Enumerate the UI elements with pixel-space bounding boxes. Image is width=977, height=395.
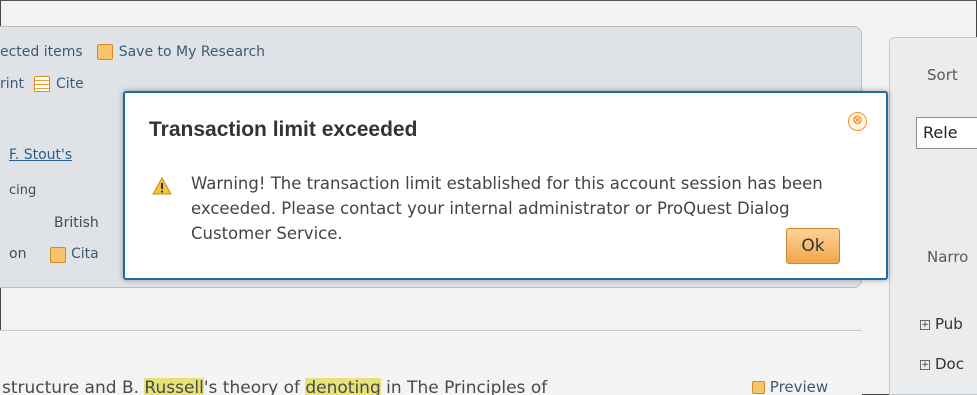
result-title-link[interactable]: F. Stout's [9, 147, 72, 163]
narrow-label: Narro [927, 248, 969, 266]
toolbar-row-1: ected items Save to My Research [0, 44, 265, 60]
close-icon[interactable]: ⊗ [848, 112, 867, 131]
sort-select[interactable]: Rele [916, 117, 977, 149]
citation-link[interactable]: Cita [71, 246, 99, 262]
cite-icon [34, 76, 51, 92]
sidebar-panel [889, 37, 977, 395]
result-abstract-link[interactable]: on [9, 246, 26, 262]
dialog-message: Warning! The transaction limit establish… [191, 174, 823, 243]
expand-icon: + [920, 319, 930, 330]
save-to-research-link[interactable]: Save to My Research [119, 44, 265, 60]
facet-publication[interactable]: + Pub [920, 315, 963, 333]
facet-document-type[interactable]: + Doc [920, 355, 964, 373]
ok-button[interactable]: Ok [786, 228, 840, 264]
cite-link[interactable]: Cite [56, 76, 84, 92]
folder-icon [96, 44, 113, 60]
expand-icon: + [920, 359, 930, 370]
toolbar-row-2: rint Cite [0, 76, 84, 92]
selected-items-link[interactable]: ected items [0, 44, 83, 60]
preview-icon [752, 381, 765, 394]
result-source-text: British [54, 215, 99, 231]
result-meta-text: cing [9, 183, 37, 198]
warning-triangle-icon [152, 177, 172, 195]
sort-select-value: Rele [923, 123, 958, 142]
transaction-limit-dialog: Transaction limit exceeded ⊗ Warning! Th… [123, 91, 888, 280]
print-link[interactable]: rint [0, 76, 24, 92]
preview-link[interactable]: Preview [752, 378, 828, 395]
citation-icon [50, 247, 66, 263]
sort-label: Sort [927, 66, 958, 84]
second-result-title[interactable]: structure and B. Russell's theory of den… [2, 378, 547, 395]
dialog-title: Transaction limit exceeded [149, 118, 418, 141]
